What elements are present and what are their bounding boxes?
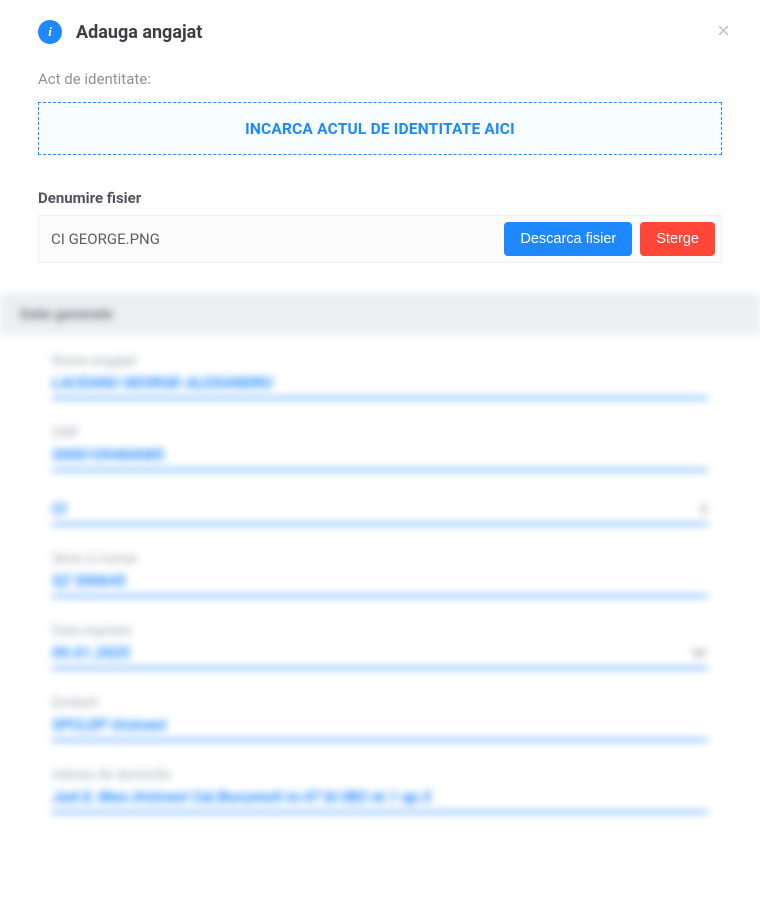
doc-type-field: CI × bbox=[52, 497, 708, 525]
expiry-input[interactable]: 09.01.2025 bbox=[52, 641, 708, 669]
close-button[interactable]: × bbox=[717, 20, 730, 42]
download-file-button[interactable]: Descarca fisier bbox=[504, 222, 632, 256]
address-input[interactable]: Jud.IL Mun.Urziceni Cal.Bucuresti nr.47 … bbox=[52, 785, 708, 813]
employee-name-label: Nume angajat bbox=[52, 353, 708, 369]
issuer-input[interactable]: SPCLEP Urziceni bbox=[52, 713, 708, 741]
cnp-input[interactable]: 5000109460085 bbox=[52, 443, 708, 471]
upload-dropzone[interactable]: INCARCA ACTUL DE IDENTITATE AICI bbox=[38, 102, 722, 155]
modal-title: Adauga angajat bbox=[76, 22, 202, 43]
clear-icon[interactable]: × bbox=[700, 500, 708, 518]
employee-name-input[interactable]: LACEANU GEORGE-ALEXANDRU bbox=[52, 371, 708, 399]
close-icon: × bbox=[717, 18, 730, 43]
series-number-input[interactable]: SZ 500645 bbox=[52, 569, 708, 597]
address-field: Adresa de domiciliu Jud.IL Mun.Urziceni … bbox=[52, 767, 708, 813]
series-number-label: Serie si numar bbox=[52, 551, 708, 567]
series-number-field: Serie si numar SZ 500645 bbox=[52, 551, 708, 597]
issuer-field: Emitent SPCLEP Urziceni bbox=[52, 695, 708, 741]
identity-doc-label: Act de identitate: bbox=[38, 70, 722, 88]
expiry-field: Data expirare 09.01.2025 bbox=[52, 623, 708, 669]
issuer-label: Emitent bbox=[52, 695, 708, 711]
delete-file-button[interactable]: Sterge bbox=[640, 222, 715, 256]
general-form: Nume angajat LACEANU GEORGE-ALEXANDRU CN… bbox=[38, 335, 722, 813]
add-employee-modal: i Adauga angajat × Act de identitate: IN… bbox=[0, 0, 760, 813]
address-label: Adresa de domiciliu bbox=[52, 767, 708, 783]
file-column-header: Denumire fisier bbox=[38, 189, 722, 207]
modal-header: i Adauga angajat bbox=[38, 20, 722, 44]
file-row: CI GEORGE.PNG Descarca fisier Sterge bbox=[38, 215, 722, 263]
chevron-down-icon bbox=[694, 644, 708, 662]
file-name: CI GEORGE.PNG bbox=[47, 230, 496, 248]
cnp-label: CNP bbox=[52, 425, 708, 441]
cnp-field: CNP 5000109460085 bbox=[52, 425, 708, 471]
blurred-general-section: Date generale Nume angajat LACEANU GEORG… bbox=[38, 293, 722, 813]
general-section-title: Date generale bbox=[0, 293, 760, 335]
doc-type-select[interactable]: CI × bbox=[52, 497, 708, 525]
info-icon: i bbox=[38, 20, 62, 44]
upload-cta-text: INCARCA ACTUL DE IDENTITATE AICI bbox=[245, 120, 515, 138]
expiry-label: Data expirare bbox=[52, 623, 708, 639]
employee-name-field: Nume angajat LACEANU GEORGE-ALEXANDRU bbox=[52, 353, 708, 399]
